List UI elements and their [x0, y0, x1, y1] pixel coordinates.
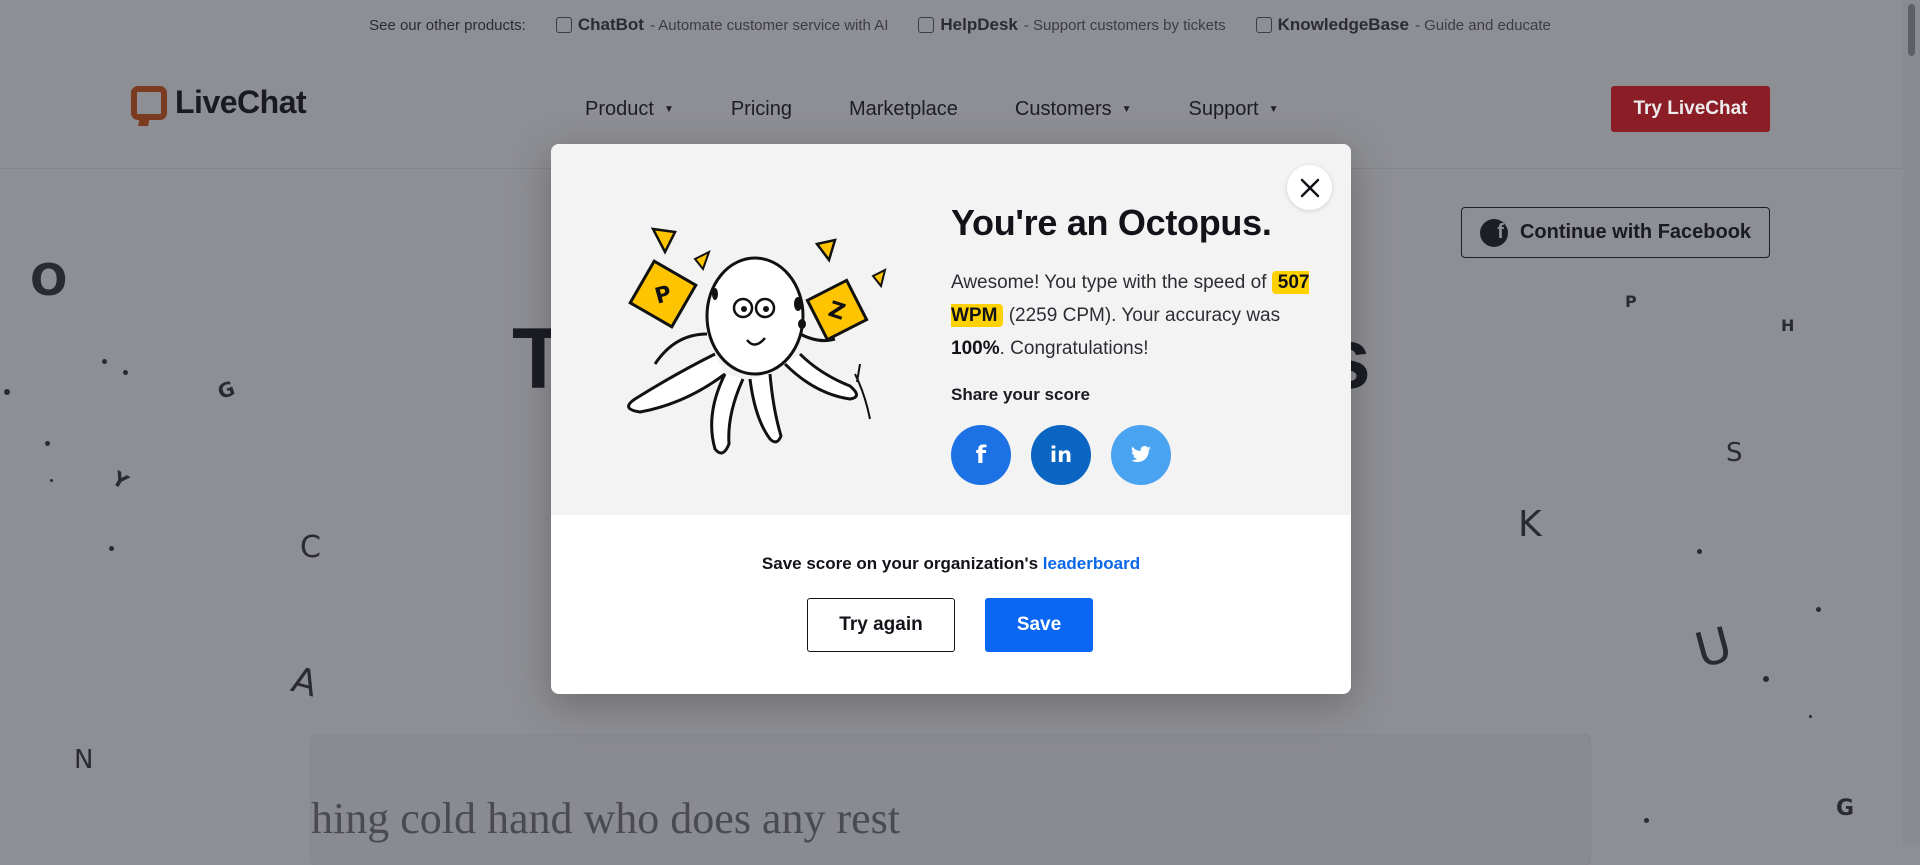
decorative-letter: S — [1726, 438, 1743, 468]
logo-text: LiveChat — [175, 84, 307, 120]
other-products-intro: See our other products: — [369, 16, 526, 34]
try-again-button[interactable]: Try again — [807, 598, 955, 652]
knowledgebase-product-link[interactable]: KnowledgeBase - Guide and educate — [1255, 15, 1551, 35]
decorative-dot — [102, 359, 107, 364]
decorative-dot — [1697, 549, 1702, 554]
share-label: Share your score — [951, 385, 1090, 404]
nav-item-support[interactable]: Support ▼ — [1189, 98, 1279, 121]
page-scrollbar[interactable] — [1903, 0, 1920, 847]
caret-down-icon: ▼ — [1121, 104, 1132, 115]
knowledgebase-desc: - Guide and educate — [1414, 16, 1551, 34]
nav-menu: Product ▼ Pricing Marketplace Customers ▼ … — [585, 98, 1336, 121]
nav-label: Marketplace — [848, 98, 958, 120]
decorative-dot — [1809, 715, 1812, 718]
accuracy-value: 100% — [951, 338, 1000, 359]
nav-item-customers[interactable]: Customers ▼ — [1015, 98, 1132, 121]
facebook-button-label: Continue with Facebook — [1519, 221, 1752, 243]
other-products-bar: See our other products: ChatBot - Automa… — [0, 0, 1920, 50]
cpm-text: (2259 CPM). Your accuracy was — [1008, 305, 1281, 326]
decorative-letter: G — [214, 375, 239, 405]
decorative-letter: K — [1518, 504, 1542, 545]
nav-label: Pricing — [730, 98, 792, 120]
helpdesk-product-link[interactable]: HelpDesk - Support customers by tickets — [918, 15, 1226, 35]
nav-item-product[interactable]: Product ▼ — [585, 98, 674, 121]
nav-label: Customers — [1014, 98, 1112, 120]
nav-label: Support — [1188, 98, 1259, 120]
result-modal: P Z You're an Octopus. Awesome! You type… — [551, 144, 1351, 694]
result-summary: Awesome! You type with the speed of 507 … — [951, 266, 1321, 365]
nav-label: Product — [585, 98, 654, 120]
facebook-icon: f — [1479, 218, 1508, 247]
decorative-dot — [1644, 818, 1649, 823]
result-title: You're an Octopus. — [951, 202, 1272, 243]
save-score-text: Save score on your organization's leader… — [551, 554, 1351, 574]
knowledgebase-icon — [1255, 17, 1272, 33]
helpdesk-desc: - Support customers by tickets — [1023, 16, 1226, 34]
decorative-dot — [109, 546, 114, 551]
decorative-dot — [4, 389, 10, 395]
twitter-icon — [1131, 446, 1151, 463]
decorative-letter: Y — [107, 465, 133, 495]
share-linkedin-button[interactable]: in — [1031, 425, 1091, 485]
decorative-letter: G — [1836, 796, 1855, 821]
caret-down-icon: ▼ — [1268, 104, 1279, 115]
chatbot-icon — [555, 17, 572, 33]
livechat-logo-icon — [131, 85, 167, 120]
nav-item-pricing[interactable]: Pricing — [731, 98, 792, 121]
chatbot-product-link[interactable]: ChatBot - Automate customer service with… — [555, 15, 889, 35]
caret-down-icon: ▼ — [663, 104, 674, 115]
typing-test-text: hing cold hand who does any rest — [311, 794, 900, 843]
decorative-letter: C — [300, 530, 321, 565]
decorative-letter: U — [1689, 616, 1738, 680]
facebook-icon: f — [975, 441, 987, 469]
decorative-dot — [50, 479, 53, 482]
decorative-letter: A — [287, 659, 322, 706]
save-button[interactable]: Save — [985, 598, 1093, 652]
decorative-dot — [1763, 676, 1769, 682]
leaderboard-link[interactable]: leaderboard — [1043, 554, 1140, 573]
share-twitter-button[interactable] — [1111, 425, 1171, 485]
decorative-letter: N — [74, 745, 94, 775]
nav-item-marketplace[interactable]: Marketplace — [849, 98, 958, 121]
share-buttons: f in — [951, 425, 1171, 485]
knowledgebase-name: KnowledgeBase — [1277, 15, 1409, 34]
chatbot-desc: - Automate customer service with AI — [649, 16, 889, 34]
decorative-letter: O — [30, 255, 68, 306]
chatbot-name: ChatBot — [577, 15, 644, 34]
save-score-label: Save score on your organization's — [761, 554, 1039, 573]
continue-with-facebook-button[interactable]: f Continue with Facebook — [1461, 207, 1770, 258]
try-livechat-button[interactable]: Try LiveChat — [1611, 86, 1770, 132]
scrollbar-thumb[interactable] — [1908, 4, 1915, 56]
result-text-outro: . Congratulations! — [999, 338, 1149, 359]
octopus-illustration: P Z — [627, 227, 887, 455]
close-icon — [1300, 178, 1319, 197]
decorative-dot — [1816, 607, 1821, 612]
decorative-letter: P — [1625, 292, 1637, 311]
modal-actions: Try again Save — [807, 598, 1093, 652]
helpdesk-name: HelpDesk — [940, 15, 1018, 34]
result-text-intro: Awesome! You type with the speed of — [951, 272, 1267, 293]
linkedin-icon: in — [1049, 443, 1073, 467]
close-modal-button[interactable] — [1287, 165, 1332, 210]
share-facebook-button[interactable]: f — [951, 425, 1011, 485]
decorative-dot — [45, 441, 50, 446]
livechat-logo[interactable]: LiveChat — [131, 84, 307, 121]
helpdesk-icon — [918, 17, 935, 33]
decorative-dot — [123, 370, 128, 375]
decorative-letter: H — [1781, 316, 1795, 335]
